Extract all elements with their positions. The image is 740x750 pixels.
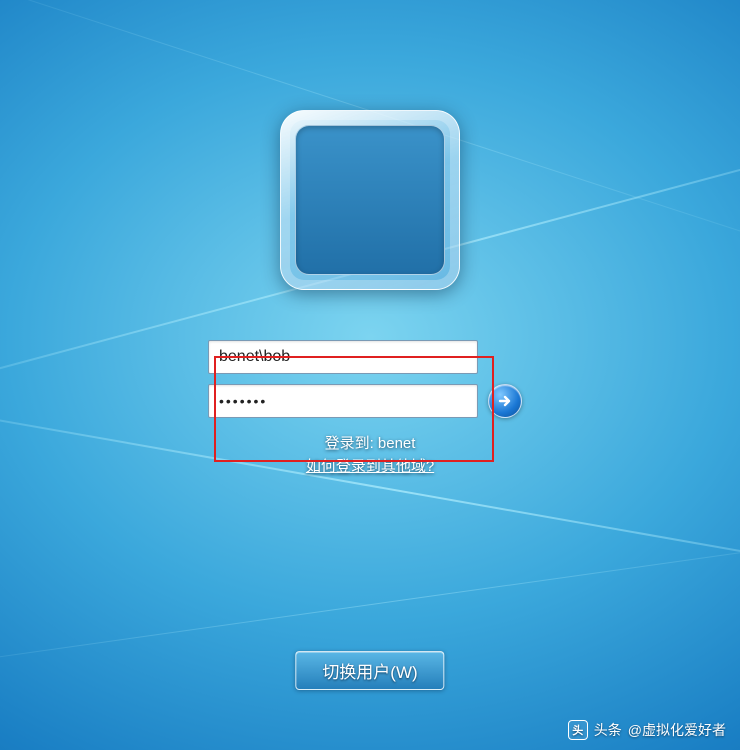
other-domain-link[interactable]: 如何登录到其他域?	[306, 455, 434, 476]
username-input[interactable]	[208, 340, 478, 374]
submit-button[interactable]	[488, 384, 522, 418]
arrow-right-icon	[496, 392, 514, 410]
user-avatar-frame	[280, 110, 460, 290]
credential-fields	[208, 340, 532, 418]
watermark: 头 头条 @虚拟化爱好者	[568, 720, 726, 740]
login-subtext: 登录到: benet 如何登录到其他域?	[306, 432, 434, 476]
domain-label: 登录到: benet	[306, 432, 434, 453]
watermark-prefix: 头条	[594, 720, 622, 740]
user-avatar	[295, 125, 445, 275]
password-input[interactable]	[208, 384, 478, 418]
switch-user-button[interactable]: 切换用户(W)	[295, 651, 444, 690]
watermark-handle: @虚拟化爱好者	[628, 720, 726, 740]
watermark-logo-icon: 头	[568, 720, 588, 740]
login-panel: 登录到: benet 如何登录到其他域?	[0, 110, 740, 476]
